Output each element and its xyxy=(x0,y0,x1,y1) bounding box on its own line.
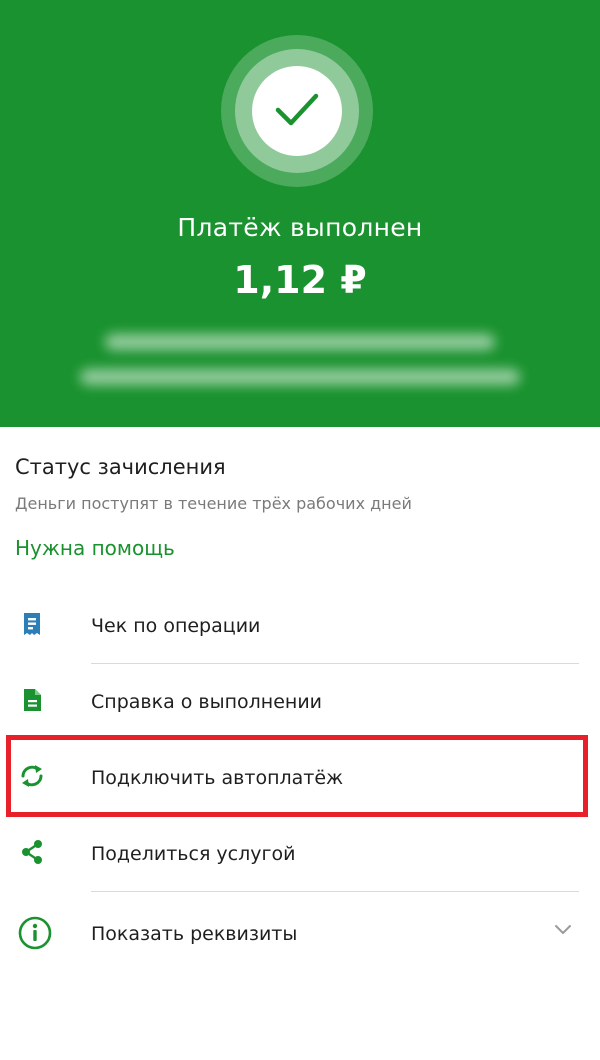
action-certificate[interactable]: Справка о выполнении xyxy=(0,664,600,740)
info-icon xyxy=(18,916,52,950)
payment-success-header: Платёж выполнен 1,12 ₽ xyxy=(0,0,600,427)
receipt-icon xyxy=(24,613,40,635)
payment-status-title: Платёж выполнен xyxy=(177,213,423,242)
share-icon xyxy=(22,840,42,864)
recipient-name-blurred xyxy=(105,334,495,350)
action-show-requisites[interactable]: Показать реквизиты xyxy=(0,896,600,972)
check-icon xyxy=(275,93,319,126)
success-badge xyxy=(252,66,342,156)
autopay-sync-icon xyxy=(21,765,43,787)
action-certificate-label: Справка о выполнении xyxy=(91,691,323,713)
recipient-org-blurred xyxy=(80,369,520,385)
enrollment-status-subtitle: Деньги поступят в течение трёх рабочих д… xyxy=(15,494,412,513)
action-receipt-label: Чек по операции xyxy=(91,615,261,637)
action-receipt[interactable]: Чек по операции xyxy=(0,588,600,664)
action-show-requisites-label: Показать реквизиты xyxy=(91,923,298,945)
row-divider xyxy=(91,891,579,892)
action-share-label: Поделиться услугой xyxy=(91,843,296,865)
action-share[interactable]: Поделиться услугой xyxy=(0,816,600,892)
payment-amount: 1,12 ₽ xyxy=(233,258,367,302)
help-link[interactable]: Нужна помощь xyxy=(15,536,175,560)
chevron-down-icon[interactable] xyxy=(554,924,572,936)
document-icon xyxy=(24,689,41,711)
action-autopay-label: Подключить автоплатёж xyxy=(91,767,344,789)
enrollment-status-title: Статус зачисления xyxy=(15,455,226,479)
action-autopay[interactable]: Подключить автоплатёж xyxy=(0,740,600,816)
